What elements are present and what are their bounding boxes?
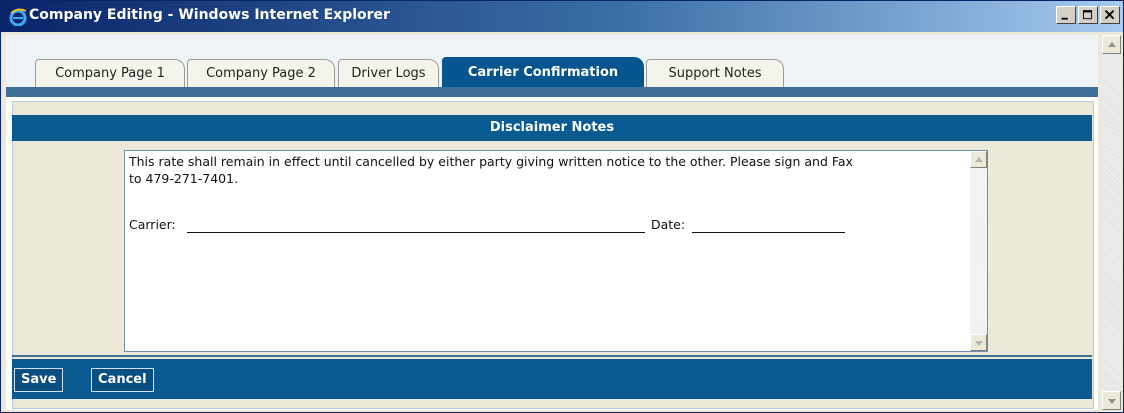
tab-driver-logs[interactable]: Driver Logs — [338, 59, 439, 87]
cancel-button[interactable]: Cancel — [91, 368, 154, 392]
tab-carrier-confirmation[interactable]: Carrier Confirmation — [442, 57, 644, 87]
save-button[interactable]: Save — [14, 368, 64, 392]
carrier-label: Carrier: — [129, 217, 176, 232]
signature-row: Carrier: Date: — [129, 217, 965, 235]
minimize-button[interactable] — [1056, 6, 1076, 24]
page-content: Company Page 1 Company Page 2 Driver Log… — [6, 35, 1098, 410]
title-bar[interactable]: Company Editing - Windows Internet Explo… — [1, 1, 1123, 32]
disclaimer-notes-textarea[interactable]: This rate shall remain in effect until c… — [124, 150, 988, 352]
tab-support-notes[interactable]: Support Notes — [646, 59, 784, 87]
window-scrollbar[interactable] — [1102, 35, 1121, 410]
maximize-button[interactable] — [1078, 6, 1098, 24]
browser-window: Company Editing - Windows Internet Explo… — [0, 0, 1124, 413]
date-label: Date: — [651, 217, 686, 232]
notes-scrollbar[interactable] — [970, 151, 987, 351]
disclaimer-line-1: This rate shall remain in effect until c… — [129, 154, 853, 169]
disclaimer-text: This rate shall remain in effect until c… — [129, 153, 965, 187]
ie-logo-icon — [9, 8, 27, 26]
action-bar: Save Cancel — [12, 359, 1092, 399]
arrow-up-icon — [975, 157, 983, 162]
tab-company-page-1[interactable]: Company Page 1 — [35, 59, 185, 87]
arrow-down-icon — [1108, 399, 1116, 404]
window-scroll-down-button[interactable] — [1102, 391, 1121, 410]
disclaimer-line-2: to 479-271-7401. — [129, 171, 239, 186]
minimize-icon — [1061, 17, 1068, 20]
date-signature-line — [692, 232, 845, 233]
carrier-signature-line — [187, 232, 645, 233]
window-controls — [1056, 6, 1120, 24]
tab-company-page-2[interactable]: Company Page 2 — [187, 59, 335, 87]
window-title: Company Editing - Windows Internet Explo… — [29, 7, 390, 23]
close-button[interactable] — [1100, 6, 1120, 24]
panel-header: Disclaimer Notes — [12, 115, 1092, 141]
tab-underline — [6, 87, 1098, 97]
arrow-up-icon — [1108, 42, 1116, 47]
arrow-down-icon — [975, 341, 983, 346]
footer-divider — [12, 355, 1092, 357]
tab-strip: Company Page 1 Company Page 2 Driver Log… — [6, 35, 1098, 87]
maximize-icon — [1083, 10, 1093, 20]
notes-scroll-up-button[interactable] — [970, 151, 987, 168]
window-scroll-up-button[interactable] — [1102, 35, 1121, 54]
notes-scroll-down-button[interactable] — [970, 334, 987, 351]
close-icon — [1104, 9, 1115, 20]
